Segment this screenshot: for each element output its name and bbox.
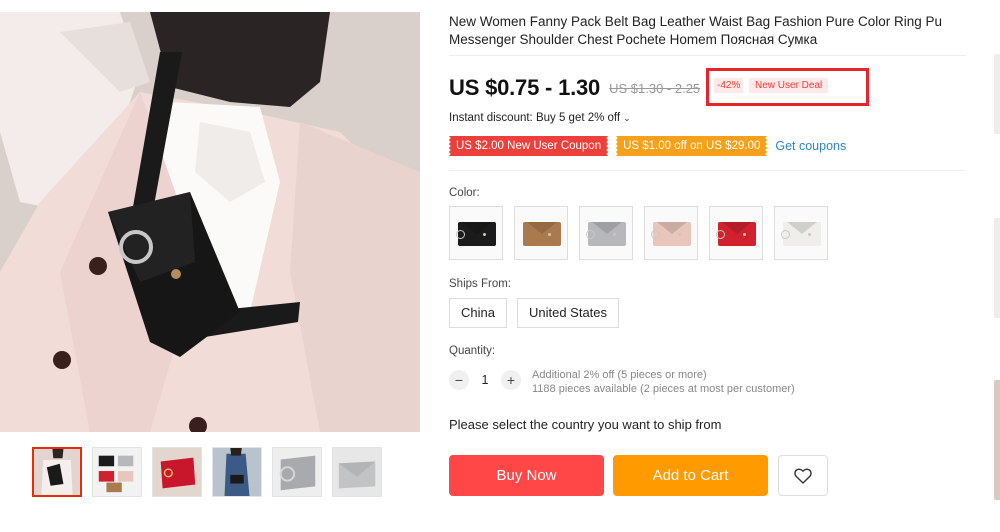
ship-from-united-states[interactable]: United States <box>516 298 620 328</box>
thumbnail-2[interactable] <box>92 447 142 497</box>
pink-bag-swatch[interactable] <box>644 206 698 260</box>
heart-icon <box>794 468 812 484</box>
price-row: US $0.75 - 1.30 US $1.30 - 2.25 <box>449 72 700 104</box>
thumbnail-strip <box>32 447 382 499</box>
color-swatches <box>449 206 828 260</box>
main-product-image[interactable] <box>0 12 420 432</box>
wishlist-button[interactable] <box>778 455 828 496</box>
brown-bag-swatch[interactable] <box>514 206 568 260</box>
divider <box>449 170 966 171</box>
quantity-input[interactable]: 1 <box>469 373 501 387</box>
stock-availability-text: 1188 pieces available (2 pieces at most … <box>532 383 795 395</box>
current-price: US $0.75 - 1.30 <box>449 75 601 100</box>
coupon-row: US $2.00 New User Coupon US $1.00 off on… <box>446 136 846 156</box>
new-user-coupon[interactable]: US $2.00 New User Coupon <box>446 136 611 156</box>
thumbnail-6[interactable] <box>332 447 382 497</box>
thumbnail-5[interactable] <box>272 447 322 497</box>
store-coupon[interactable]: US $1.00 off on US $29.00 <box>614 136 770 156</box>
add-to-cart-button[interactable]: Add to Cart <box>613 455 768 496</box>
ship-country-note: Please select the country you want to sh… <box>449 417 722 432</box>
color-label: Color: <box>449 187 480 199</box>
ships-from-label: Ships From: <box>449 278 511 290</box>
instant-discount-toggle[interactable]: Instant discount: Buy 5 get 2% off ⌄ <box>449 112 631 124</box>
new-user-deal-badge: New User Deal <box>749 78 829 93</box>
product-photo-illustration <box>0 12 420 432</box>
side-panel-edge <box>994 54 1000 134</box>
red-bag-swatch[interactable] <box>709 206 763 260</box>
divider <box>449 55 966 56</box>
original-price: US $1.30 - 2.25 <box>609 80 701 96</box>
black-bag-swatch[interactable] <box>449 206 503 260</box>
quantity-label: Quantity: <box>449 345 496 357</box>
quantity-decrease-button[interactable]: − <box>449 370 469 390</box>
thumbnail-4[interactable] <box>212 447 262 497</box>
thumbnail-3[interactable] <box>152 447 202 497</box>
quantity-stepper: − 1 + <box>449 370 521 390</box>
ship-from-china[interactable]: China <box>449 298 507 328</box>
quantity-increase-button[interactable]: + <box>501 370 521 390</box>
quantity-info: Additional 2% off (5 pieces or more) 118… <box>532 368 795 396</box>
instant-discount-text: Instant discount: Buy 5 get 2% off <box>449 112 621 124</box>
white-bag-swatch[interactable] <box>774 206 828 260</box>
side-panel-edge <box>994 218 1000 318</box>
get-coupons-link[interactable]: Get coupons <box>775 139 846 153</box>
chevron-down-icon: ⌄ <box>623 112 631 123</box>
thumbnail-1[interactable] <box>32 447 82 497</box>
ships-from-options: China United States <box>449 298 620 328</box>
gray-bag-swatch[interactable] <box>579 206 633 260</box>
buy-now-button[interactable]: Buy Now <box>449 455 604 496</box>
product-title: New Women Fanny Pack Belt Bag Leather Wa… <box>449 14 942 47</box>
bulk-discount-text: Additional 2% off (5 pieces or more) <box>532 369 707 381</box>
side-panel-edge <box>994 380 1000 500</box>
discount-badge: -42% <box>714 78 744 93</box>
